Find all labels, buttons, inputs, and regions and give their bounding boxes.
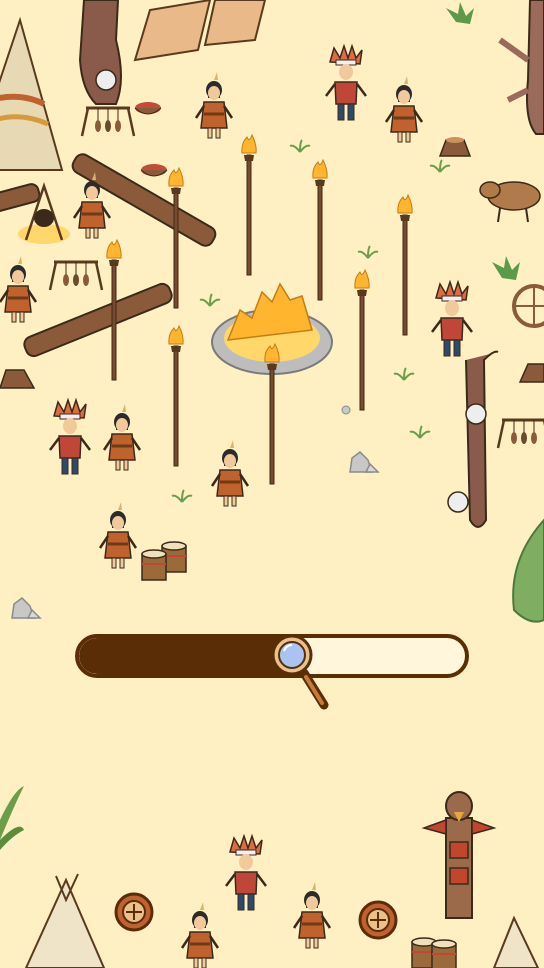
grass-sprout	[409, 425, 431, 439]
villager	[102, 402, 142, 472]
tree-stump	[438, 137, 472, 157]
drying-rack	[48, 260, 104, 292]
loading-progress-fill	[79, 638, 295, 674]
capybara	[479, 181, 541, 223]
berry-bowl	[134, 102, 162, 115]
eagle-totem-pole	[421, 791, 497, 919]
grass-sprout	[171, 489, 193, 503]
hidden-object-scene	[0, 0, 544, 968]
tree-stump	[518, 363, 544, 383]
villager-chief	[324, 44, 368, 122]
teepee-top-left	[0, 16, 64, 171]
villager	[210, 438, 250, 508]
villager	[384, 74, 424, 144]
hide-frame	[133, 0, 267, 62]
villager-child	[430, 280, 474, 358]
grass-sprout	[289, 139, 311, 153]
drum	[141, 549, 167, 581]
tribal-shield	[358, 900, 398, 940]
torch	[241, 134, 257, 276]
totem-tree-top	[78, 0, 122, 105]
teepee-bottom-right	[492, 915, 540, 968]
grass-sprout	[199, 293, 221, 307]
tree-stump	[0, 369, 36, 389]
grass-sprout	[429, 159, 451, 173]
torch	[397, 194, 413, 336]
villager	[292, 880, 332, 950]
log-lower	[23, 282, 173, 358]
rock	[349, 451, 379, 473]
villager	[194, 70, 234, 140]
magnifying-glass-icon	[271, 634, 329, 710]
torch	[168, 325, 184, 467]
berry-bowl	[140, 164, 168, 177]
drum	[431, 939, 457, 968]
totem-tree-right	[447, 350, 499, 528]
teepee-bottom-left	[24, 873, 106, 968]
grass-sprout	[357, 245, 379, 259]
fern-plant	[0, 786, 24, 850]
log-upper	[71, 153, 217, 247]
grass-sprout	[393, 367, 415, 381]
tribal-shield	[114, 892, 154, 932]
wagon-wheel	[512, 284, 544, 328]
villager-chief	[48, 398, 92, 476]
villager	[0, 254, 38, 324]
villager-chief	[224, 834, 268, 912]
villager	[180, 900, 220, 968]
dead-tree-right	[498, 0, 544, 135]
villager	[98, 500, 138, 570]
drying-rack	[496, 418, 544, 450]
pebble	[341, 405, 351, 415]
pine-tree	[512, 518, 544, 623]
rock	[11, 597, 41, 619]
torch	[312, 159, 328, 301]
drying-rack	[80, 106, 136, 138]
torch	[168, 167, 184, 309]
torch	[354, 269, 370, 411]
